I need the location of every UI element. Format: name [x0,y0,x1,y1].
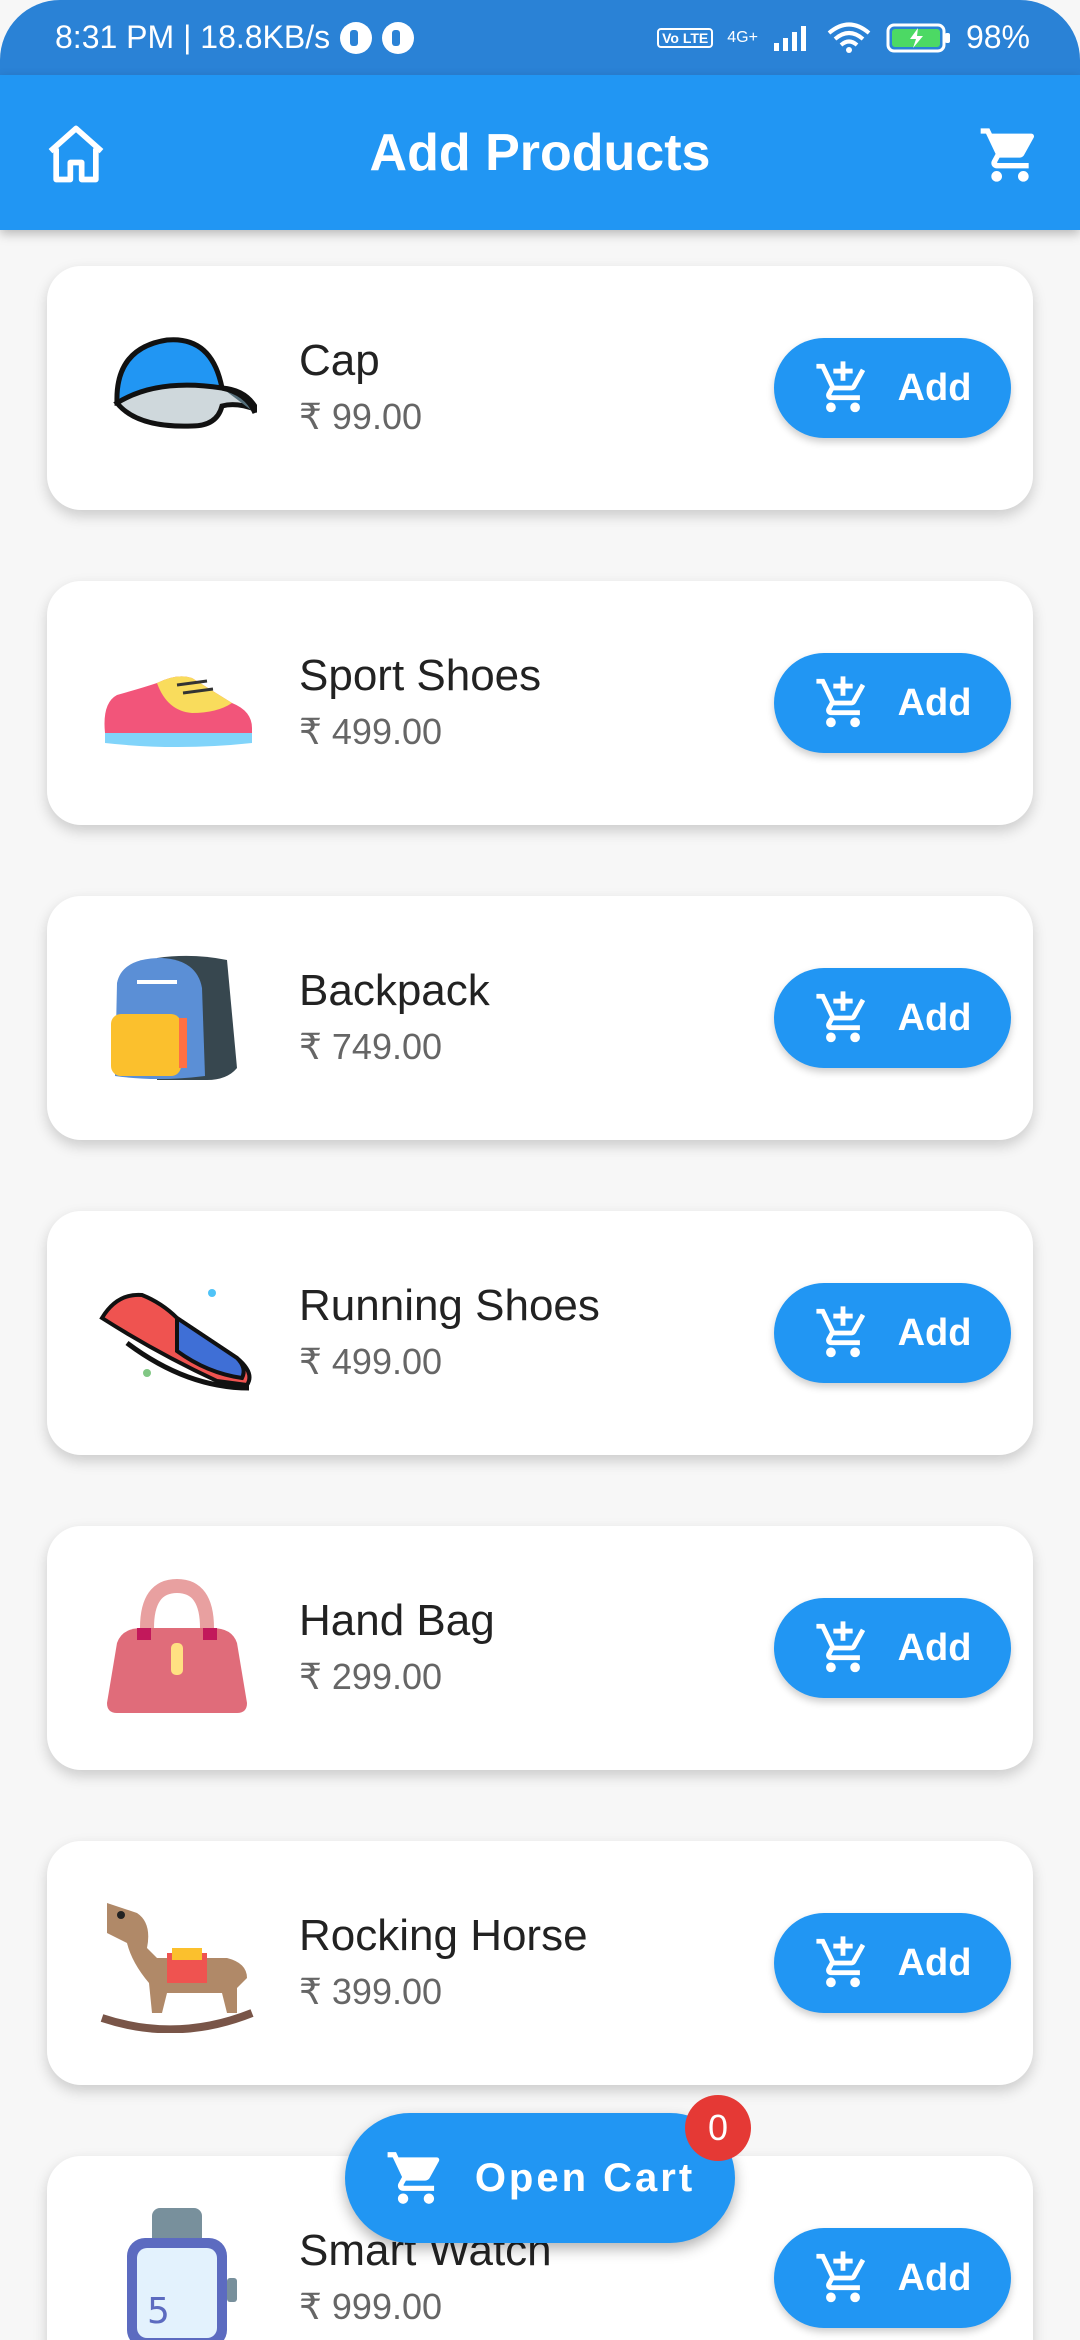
product-price: ₹ 99.00 [299,396,422,437]
add-to-cart-button[interactable]: Add [774,1283,1011,1383]
battery-percent: 98% [965,19,1030,55]
battery-icon [886,23,950,52]
notification-icon [340,21,373,54]
product-name: Sport Shoes [299,651,542,700]
add-shopping-cart-icon [815,1621,865,1673]
product-card: Cap ₹ 99.00 Add [47,266,1033,510]
add-label: Add [897,681,972,724]
open-cart-label: Open Cart [474,2155,696,2200]
add-label: Add [897,1941,972,1984]
status-time-speed: 8:31 PM | 18.8KB/s [55,19,331,55]
product-price: ₹ 499.00 [299,711,443,752]
cart-icon [387,2152,440,2204]
add-label: Add [897,1626,972,1669]
add-to-cart-button[interactable]: Add [774,1598,1011,1698]
backpack-icon [111,955,237,1080]
product-name: Hand Bag [299,1596,495,1645]
signal-icon [773,25,806,51]
network-label: 4G+ [727,28,758,46]
status-bar: 8:31 PM | 18.8KB/s Vo LTE 4G+ 98% [0,0,1080,75]
cart-count-badge: 0 [685,2095,751,2161]
product-card: Rocking Horse ₹ 399.00 Add [47,1841,1033,2085]
running-shoes-icon [99,1289,252,1391]
add-label: Add [897,366,972,409]
open-cart-button[interactable]: Open Cart [345,2113,735,2243]
notification-icon [382,21,415,54]
product-name: Rocking Horse [299,1911,588,1960]
cap-icon [113,337,257,429]
add-label: Add [897,1311,972,1354]
cart-icon[interactable] [978,123,1042,187]
product-card: Running Shoes ₹ 499.00 Add [47,1211,1033,1455]
product-name: Cap [299,336,380,385]
add-shopping-cart-icon [815,1936,865,1988]
smart-watch-icon: 5 [127,2208,237,2340]
add-to-cart-button[interactable]: Add [774,2228,1011,2328]
add-label: Add [897,2256,972,2299]
svg-text:5: 5 [147,2291,170,2332]
home-icon[interactable] [42,120,110,188]
product-card: Sport Shoes ₹ 499.00 Add [47,581,1033,825]
add-to-cart-button[interactable]: Add [774,1913,1011,2013]
app-bar: Add Products [0,75,1080,230]
product-price: ₹ 499.00 [299,1341,443,1382]
status-left: 8:31 PM | 18.8KB/s [55,19,415,56]
add-shopping-cart-icon [815,676,865,728]
product-card: Backpack ₹ 749.00 Add [47,896,1033,1140]
product-card: Hand Bag ₹ 299.00 Add [47,1526,1033,1770]
hand-bag-icon [107,1578,247,1713]
sport-shoes-icon [104,676,252,747]
add-to-cart-button[interactable]: Add [774,968,1011,1068]
product-name: Backpack [299,966,490,1015]
status-right: Vo LTE 4G+ 98% [657,19,1030,56]
add-shopping-cart-icon [815,1306,865,1358]
add-shopping-cart-icon [815,2251,865,2303]
product-name: Running Shoes [299,1281,600,1330]
add-shopping-cart-icon [815,361,865,413]
product-price: ₹ 399.00 [299,1971,443,2012]
volte-icon: Vo LTE [657,27,714,48]
wifi-icon [827,22,871,53]
add-label: Add [897,996,972,1039]
product-price: ₹ 999.00 [299,2286,443,2327]
rocking-horse-icon [100,1903,254,2033]
add-to-cart-button[interactable]: Add [774,338,1011,438]
product-price: ₹ 749.00 [299,1026,443,1067]
product-price: ₹ 299.00 [299,1656,443,1697]
add-to-cart-button[interactable]: Add [774,653,1011,753]
page-title: Add Products [369,123,711,182]
add-shopping-cart-icon [815,991,865,1043]
